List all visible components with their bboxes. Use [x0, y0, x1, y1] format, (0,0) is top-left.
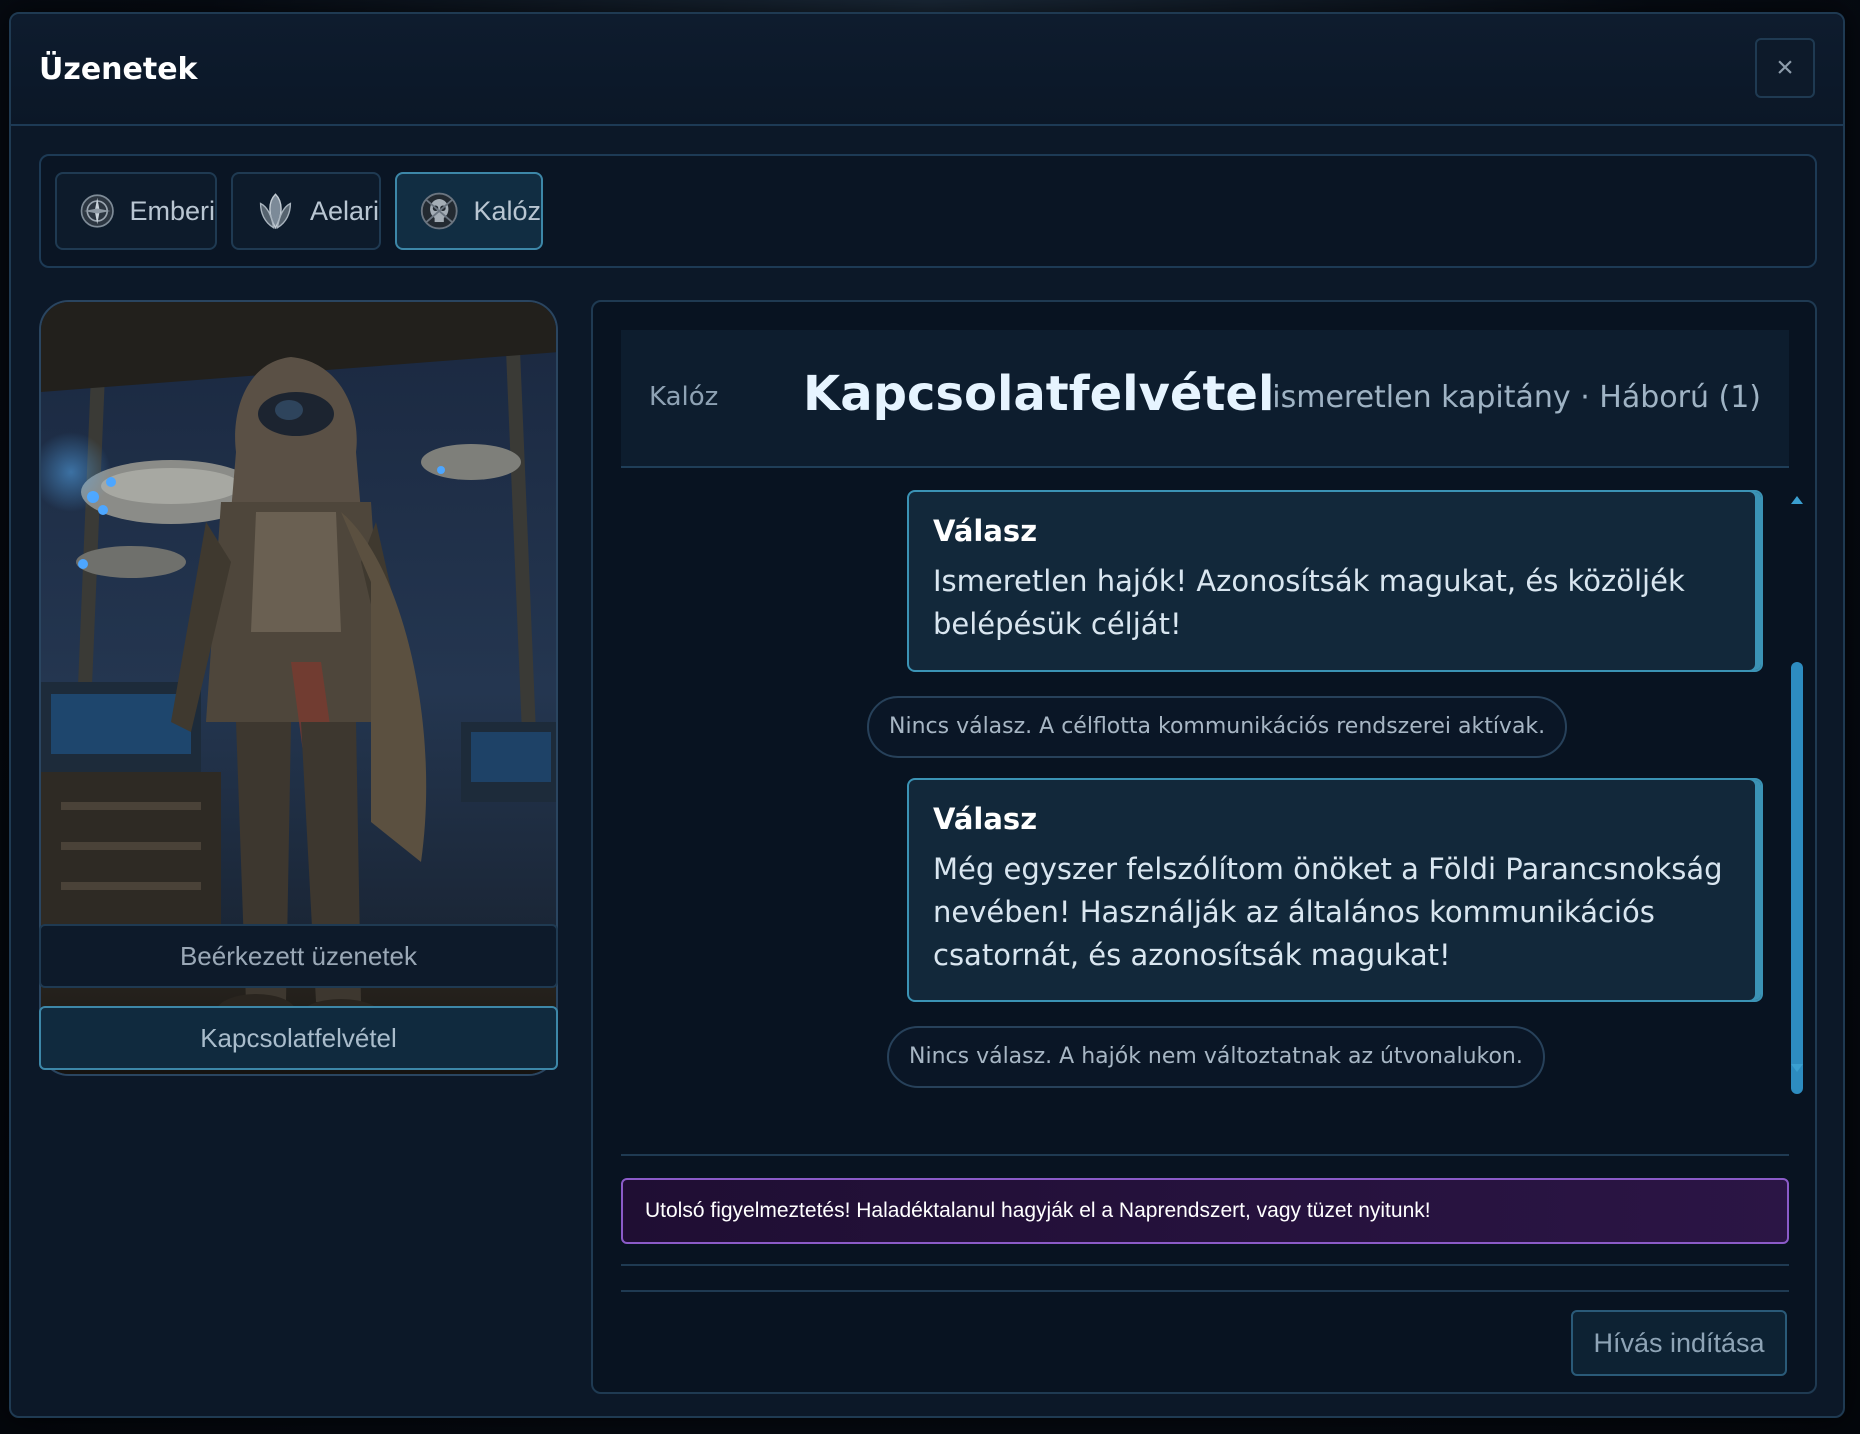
close-button[interactable]: × [1755, 38, 1815, 98]
tab-emberi[interactable]: Emberi [55, 172, 217, 250]
contact-button[interactable]: Kapcsolatfelvétel [39, 1006, 558, 1070]
faction-tabs: Emberi Aelari Kalóz [39, 154, 1817, 268]
scrollbar-thumb[interactable] [1791, 662, 1803, 1094]
pirate-faction-icon [420, 192, 458, 230]
dialog-titlebar: Üzenetek × [11, 14, 1843, 126]
conversation-faction: Kalóz [649, 382, 719, 412]
conversation-title: Kapcsolatfelvétel [803, 366, 1275, 422]
reply-message: Válasz Ismeretlen hajók! Azonosítsák mag… [907, 490, 1763, 672]
close-icon: × [1776, 51, 1794, 84]
tab-aelari[interactable]: Aelari [231, 172, 381, 250]
human-faction-icon [80, 194, 114, 228]
contact-button-label: Kapcsolatfelvétel [200, 1023, 397, 1053]
reply-message: Válasz Még egyszer felszólítom önöket a … [907, 778, 1763, 1002]
scroll-up-arrow-icon[interactable] [1791, 496, 1803, 504]
divider [621, 1154, 1789, 1156]
start-call-button[interactable]: Hívás indítása [1571, 1310, 1787, 1376]
messages-dialog: Üzenetek × Emberi Aelari Kalóz Beérkezet… [9, 12, 1845, 1418]
conversation-panel: Kalóz Kapcsolatfelvétel ismeretlen kapit… [591, 300, 1817, 1394]
tab-kaloz[interactable]: Kalóz [395, 172, 543, 250]
reply-title: Válasz [933, 514, 1038, 548]
message-list[interactable]: Válasz Ismeretlen hajók! Azonosítsák mag… [621, 466, 1803, 1094]
aelari-faction-icon [259, 193, 292, 230]
tab-label: Kalóz [473, 195, 541, 226]
reply-body: Ismeretlen hajók! Azonosítsák magukat, é… [933, 564, 1685, 641]
divider [621, 1290, 1789, 1292]
reply-title: Válasz [933, 802, 1038, 836]
reply-body: Még egyszer felszólítom önöket a Földi P… [933, 852, 1723, 972]
system-message: Nincs válasz. A célflotta kommunikációs … [867, 696, 1568, 758]
inbox-button-label: Beérkezett üzenetek [179, 941, 418, 971]
start-call-button-label: Hívás indítása [1593, 1328, 1765, 1358]
conversation-meta: ismeretlen kapitány · Háború (1) [1272, 380, 1761, 415]
system-message: Nincs válasz. A hajók nem változtatnak a… [887, 1026, 1545, 1088]
conversation-header: Kalóz Kapcsolatfelvétel ismeretlen kapit… [621, 330, 1789, 468]
selected-response-option[interactable]: Utolsó figyelmeztetés! Haladéktalanul ha… [621, 1178, 1789, 1244]
tab-label: Aelari [309, 195, 379, 226]
inbox-button[interactable]: Beérkezett üzenetek [39, 924, 558, 988]
scroll-down-arrow-icon[interactable] [1791, 1064, 1803, 1072]
divider [621, 1264, 1789, 1266]
dialog-title: Üzenetek [39, 52, 198, 87]
tab-label: Emberi [129, 195, 215, 226]
